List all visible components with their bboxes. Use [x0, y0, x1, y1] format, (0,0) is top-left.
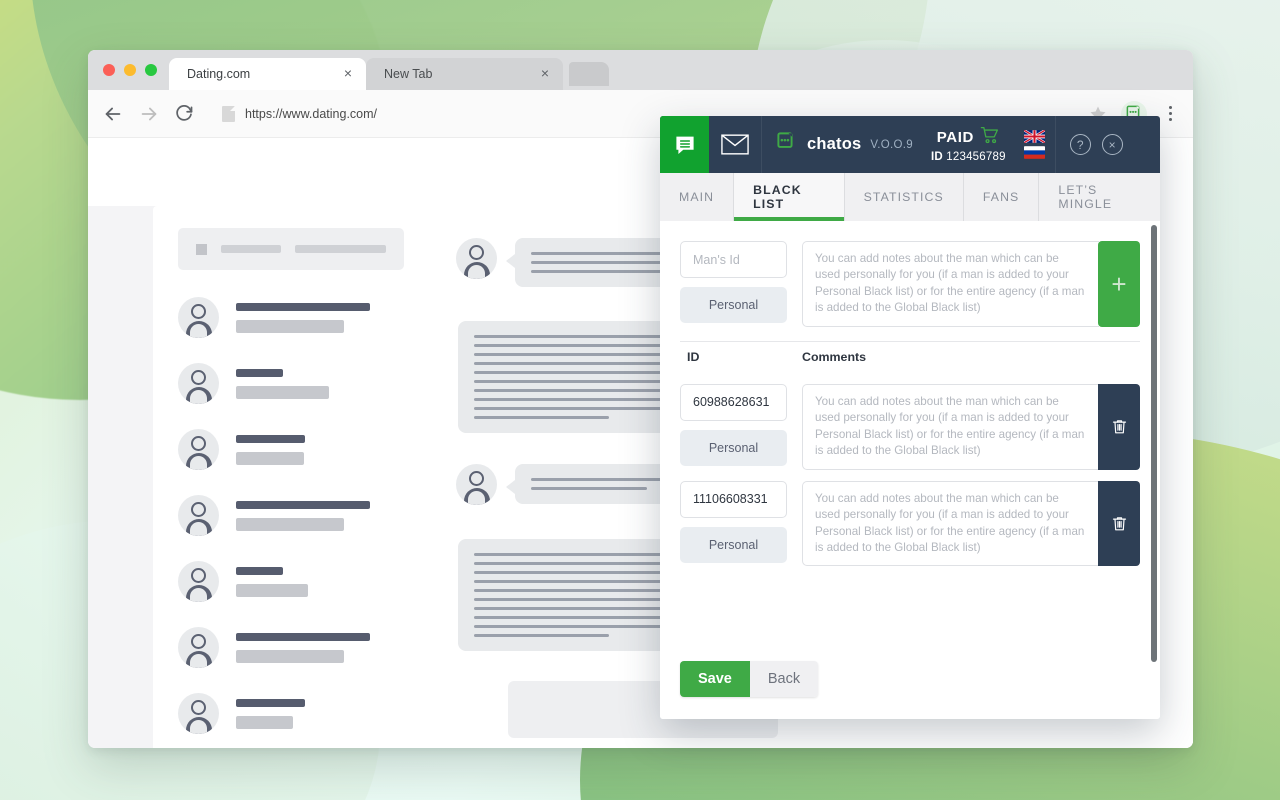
row-id-input[interactable]: 60988628631 — [680, 383, 787, 421]
close-icon[interactable]: × — [340, 66, 356, 82]
tab-fans[interactable]: FANS — [964, 173, 1040, 221]
browser-tabstrip: Dating.com × New Tab × — [88, 50, 1193, 90]
row-id-column: 60988628631 Personal — [680, 383, 787, 466]
table-row: 60988628631 Personal You can add notes a… — [680, 383, 1140, 470]
save-button[interactable]: Save — [680, 661, 750, 697]
avatar — [178, 693, 219, 734]
row-note-wrapper: You can add notes about the man which ca… — [802, 383, 1140, 470]
chat-bubble-icon[interactable] — [660, 116, 709, 173]
brand-block: chatos V.O.O.9 — [762, 116, 927, 173]
row-comment-textarea[interactable]: You can add notes about the man which ca… — [802, 480, 1099, 567]
account-status-block: PAID ID 123456789 — [927, 116, 1014, 173]
list-item[interactable] — [178, 495, 404, 536]
page-document-icon — [222, 105, 235, 122]
avatar — [178, 297, 219, 338]
tab-main[interactable]: MAIN — [660, 173, 735, 221]
back-arrow-icon[interactable] — [102, 103, 124, 125]
avatar — [456, 464, 497, 505]
avatar — [178, 627, 219, 668]
browser-tab-dating[interactable]: Dating.com × — [169, 58, 366, 90]
list-item[interactable] — [178, 693, 404, 734]
panel-footer: Save Back — [660, 661, 1160, 719]
row-comment-textarea[interactable]: You can add notes about the man which ca… — [802, 383, 1099, 470]
note-textarea[interactable]: You can add notes about the man which ca… — [802, 241, 1099, 327]
window-controls — [100, 50, 169, 90]
avatar — [178, 495, 219, 536]
browser-tab-newtab[interactable]: New Tab × — [366, 58, 563, 90]
tab-statistics[interactable]: STATISTICS — [845, 173, 964, 221]
add-entry-id-column: Man's Id Personal — [680, 241, 787, 323]
contacts-search-placeholder[interactable] — [178, 228, 404, 270]
russia-flag-icon[interactable] — [1023, 146, 1045, 159]
new-tab-button[interactable] — [569, 62, 609, 86]
add-entry-form: Man's Id Personal You can add notes abou… — [680, 241, 1140, 327]
account-id-value: 123456789 — [946, 151, 1006, 163]
reload-icon[interactable] — [174, 103, 196, 125]
blacklist-table-header: ID Comments — [680, 342, 1140, 373]
forward-arrow-icon — [138, 103, 160, 125]
list-item[interactable] — [178, 429, 404, 470]
brand-name: chatos — [807, 135, 862, 153]
row-id-input[interactable]: 11106608331 — [680, 480, 787, 518]
account-id-prefix: ID — [930, 151, 943, 163]
brand-version: V.O.O.9 — [870, 138, 913, 151]
account-id: ID 123456789 — [931, 151, 1006, 163]
placeholder-bar — [295, 245, 386, 253]
column-header-id: ID — [687, 350, 700, 365]
minimize-window-button[interactable] — [124, 64, 136, 76]
add-to-blacklist-button[interactable]: + — [1098, 241, 1140, 327]
add-entry-note-wrapper: You can add notes about the man which ca… — [802, 241, 1140, 327]
list-item[interactable] — [178, 627, 404, 668]
placeholder-bar — [221, 245, 282, 253]
column-header-comments: Comments — [802, 350, 867, 365]
close-icon[interactable]: × — [537, 66, 553, 82]
close-icon[interactable]: × — [1101, 134, 1123, 155]
tab-lets-mingle[interactable]: LET’S MINGLE — [1039, 173, 1160, 221]
panel-tabs: MAIN BLACK LIST STATISTICS FANS LET’S MI… — [660, 173, 1160, 221]
panel-header-actions: ? × — [1056, 116, 1135, 173]
row-id-column: 11106608331 Personal — [680, 480, 787, 563]
address-bar-url: https://www.dating.com/ — [245, 106, 378, 121]
chatos-logo-icon — [776, 131, 798, 158]
trash-icon[interactable] — [1098, 480, 1140, 567]
table-row: 11106608331 Personal You can add notes a… — [680, 480, 1140, 567]
tab-black-list[interactable]: BLACK LIST — [734, 173, 845, 221]
panel-header: chatos V.O.O.9 PAID ID 123456789 ? × — [660, 116, 1160, 173]
maximize-window-button[interactable] — [145, 64, 157, 76]
envelope-icon[interactable] — [709, 116, 762, 173]
avatar — [178, 363, 219, 404]
browser-tab-title: New Tab — [384, 67, 433, 81]
list-item[interactable] — [178, 297, 404, 338]
mans-id-input[interactable]: Man's Id — [680, 241, 787, 278]
paid-status-label: PAID — [936, 129, 974, 146]
footer-button-group: Save Back — [680, 661, 819, 697]
row-scope-toggle[interactable]: Personal — [680, 526, 787, 563]
contacts-list-panel — [153, 206, 426, 748]
back-button[interactable]: Back — [749, 661, 819, 697]
filter-icon — [196, 243, 207, 255]
avatar — [178, 429, 219, 470]
chatos-panel: chatos V.O.O.9 PAID ID 123456789 ? × MAI… — [660, 116, 1160, 719]
language-switcher[interactable] — [1014, 116, 1056, 173]
trash-icon[interactable] — [1098, 383, 1140, 470]
close-window-button[interactable] — [103, 64, 115, 76]
row-note-wrapper: You can add notes about the man which ca… — [802, 480, 1140, 567]
black-list-body: Man's Id Personal You can add notes abou… — [660, 221, 1160, 661]
row-scope-toggle[interactable]: Personal — [680, 429, 787, 466]
scope-toggle-personal[interactable]: Personal — [680, 287, 787, 323]
avatar — [456, 238, 497, 279]
list-item[interactable] — [178, 363, 404, 404]
uk-flag-icon[interactable] — [1023, 130, 1045, 143]
kebab-menu-icon[interactable] — [1161, 106, 1179, 121]
browser-tab-title: Dating.com — [187, 67, 251, 81]
list-item[interactable] — [178, 561, 404, 602]
panel-scrollbar[interactable] — [1151, 225, 1157, 662]
shopping-cart-icon[interactable] — [980, 126, 1000, 149]
help-icon[interactable]: ? — [1069, 134, 1091, 155]
avatar — [178, 561, 219, 602]
